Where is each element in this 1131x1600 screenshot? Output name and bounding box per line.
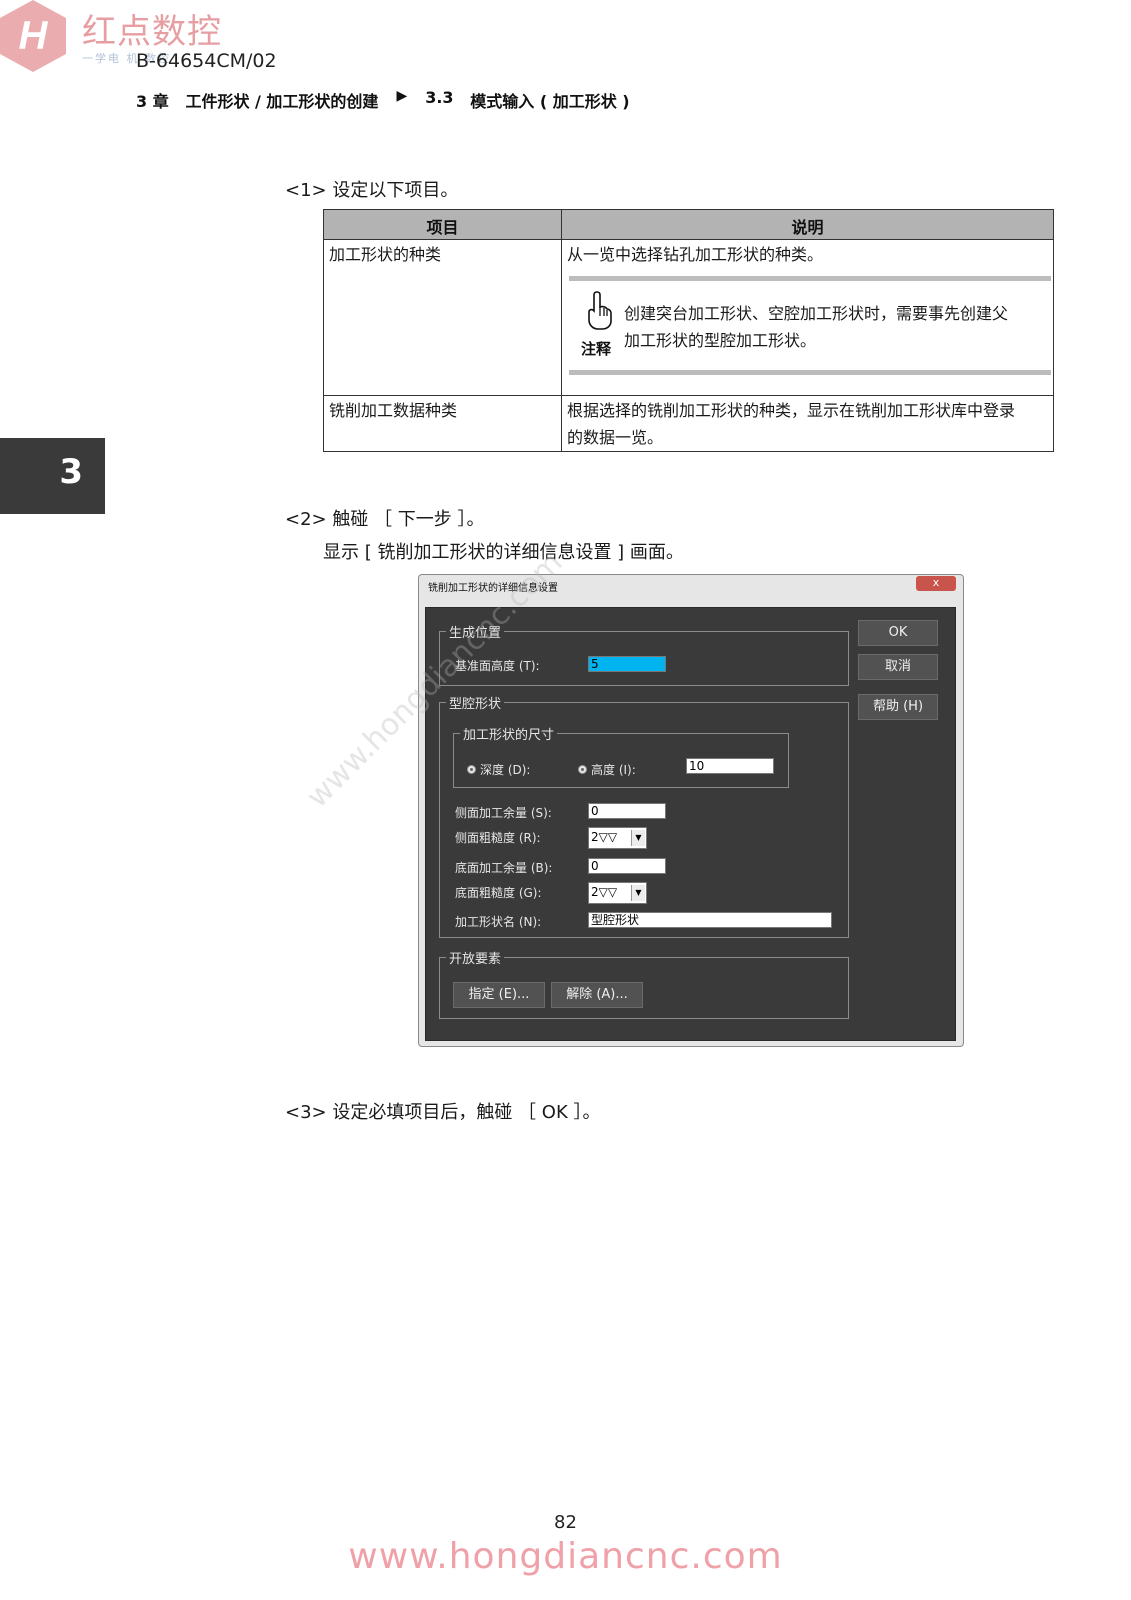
group-shape-size: 加工形状的尺寸 深度 (D): 高度 (I): 10 bbox=[453, 724, 789, 788]
close-button[interactable]: x bbox=[916, 576, 956, 591]
help-button[interactable]: 帮助 (H) bbox=[858, 694, 938, 720]
ok-button[interactable]: OK bbox=[858, 620, 938, 646]
logo-mark: H bbox=[0, 0, 66, 72]
depth-radio[interactable] bbox=[467, 765, 476, 774]
bottom-allowance-label: 底面加工余量 (B): bbox=[455, 861, 553, 875]
chevron-down-icon[interactable]: ▼ bbox=[631, 885, 645, 901]
chapter-number: 3 章 bbox=[136, 92, 169, 111]
release-button[interactable]: 解除 (A)... bbox=[551, 982, 643, 1008]
breadcrumb-arrow-icon: ▶ bbox=[396, 88, 408, 104]
section-number: 3.3 bbox=[425, 88, 454, 107]
group-open-elements: 开放要素 指定 (E)... 解除 (A)... bbox=[439, 948, 849, 1019]
section-title: 模式输入 ( 加工形状 ) bbox=[470, 92, 630, 111]
logo-name: 红点数控 bbox=[82, 12, 222, 52]
side-allowance-input[interactable]: 0 bbox=[588, 803, 666, 819]
bottom-roughness-select[interactable]: 2▽▽ ▼ bbox=[588, 882, 647, 904]
height-label: 高度 (I): bbox=[591, 763, 636, 777]
page-number: 82 bbox=[554, 1512, 577, 1533]
settings-table: 项目 说明 加工形状的种类 从一览中选择钻孔加工形状的种类。 注释 创建突台加工… bbox=[323, 209, 1054, 452]
height-input[interactable]: 10 bbox=[686, 758, 774, 774]
shape-name-label: 加工形状名 (N): bbox=[455, 915, 542, 929]
depth-label: 深度 (D): bbox=[480, 763, 531, 777]
chevron-down-icon[interactable]: ▼ bbox=[631, 830, 645, 846]
specify-button[interactable]: 指定 (E)... bbox=[453, 982, 545, 1008]
cancel-button[interactable]: 取消 bbox=[858, 654, 938, 680]
step2-subtext: 显示 [ 铣削加工形状的详细信息设置 ] 画面。 bbox=[323, 542, 684, 563]
side-roughness-label: 侧面粗糙度 (R): bbox=[455, 831, 541, 845]
bottom-allowance-input[interactable]: 0 bbox=[588, 858, 666, 874]
chapter-tab: 3 bbox=[0, 438, 105, 514]
watermark-url: www.hongdiancnc.com bbox=[348, 1536, 783, 1577]
group-label: 加工形状的尺寸 bbox=[460, 724, 558, 743]
col-header-item: 项目 bbox=[426, 218, 459, 237]
height-radio[interactable] bbox=[578, 765, 587, 774]
note-text: 创建突台加工形状、空腔加工形状时，需要事先创建父 加工形状的型腔加工形状。 bbox=[624, 304, 1009, 350]
note-label: 注释 bbox=[581, 340, 612, 358]
group-pocket-shape: 型腔形状 加工形状的尺寸 深度 (D): 高度 (I): 10 侧面加工余量 (… bbox=[439, 693, 849, 938]
row2-item: 铣削加工数据种类 bbox=[329, 401, 458, 420]
note-bar-bottom bbox=[569, 370, 1051, 375]
table-header: 项目 说明 bbox=[324, 210, 1053, 240]
row1-item: 加工形状的种类 bbox=[329, 245, 442, 264]
dialog-body: 生成位置 基准面高度 (T): 5 型腔形状 加工形状的尺寸 深度 (D): 高… bbox=[425, 607, 956, 1041]
breadcrumb: 3 章 工件形状 / 加工形状的创建 ▶ 3.3 模式输入 ( 加工形状 ) bbox=[136, 88, 630, 112]
row2-desc: 根据选择的铣削加工形状的种类，显示在铣削加工形状库中登录 的数据一览。 bbox=[567, 401, 1016, 447]
side-allowance-label: 侧面加工余量 (S): bbox=[455, 806, 552, 820]
step3-text: <3> 设定必填项目后，触碰 ［ OK ］。 bbox=[285, 1102, 601, 1123]
document-code: B-64654CM/02 bbox=[136, 50, 277, 72]
note-bar-top bbox=[569, 276, 1051, 281]
col-header-desc: 说明 bbox=[791, 218, 824, 237]
group-label: 开放要素 bbox=[446, 948, 505, 967]
shape-name-input[interactable]: 型腔形状 bbox=[588, 912, 832, 928]
group-label: 型腔形状 bbox=[446, 693, 505, 712]
side-roughness-select[interactable]: 2▽▽ ▼ bbox=[588, 827, 647, 849]
group-generation-position: 生成位置 基准面高度 (T): 5 bbox=[439, 622, 849, 686]
base-height-input[interactable]: 5 bbox=[588, 656, 666, 672]
step2-text: <2> 触碰 ［ 下一步 ］。 bbox=[285, 509, 485, 530]
bottom-roughness-label: 底面粗糙度 (G): bbox=[455, 886, 542, 900]
row1-desc: 从一览中选择钻孔加工形状的种类。 bbox=[567, 245, 824, 264]
chapter-title: 工件形状 / 加工形状的创建 bbox=[185, 92, 379, 111]
detail-settings-dialog: 铣削加工形状的详细信息设置 x 生成位置 基准面高度 (T): 5 型腔形状 加… bbox=[418, 574, 964, 1047]
step1-text: <1> 设定以下项目。 bbox=[285, 180, 459, 201]
pointing-hand-icon bbox=[588, 291, 612, 330]
